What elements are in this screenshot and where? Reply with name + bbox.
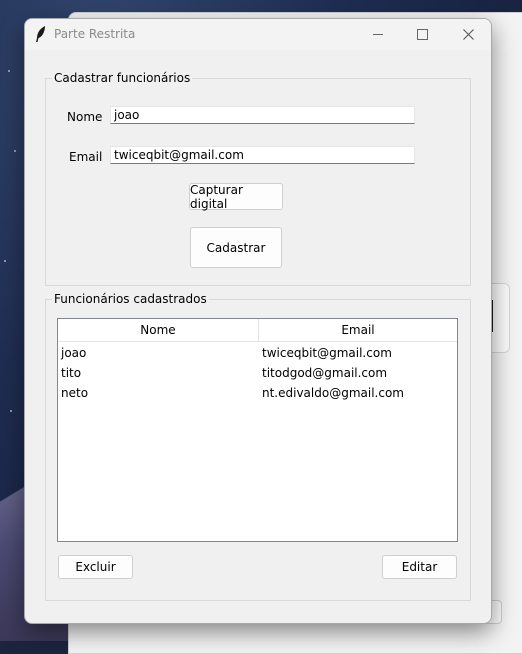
cell-email: nt.edivaldo@gmail.com [262, 386, 404, 400]
name-label: Nome [67, 110, 103, 124]
edit-button[interactable]: Editar [382, 555, 457, 579]
table-row[interactable]: tito titodgod@gmail.com [58, 363, 457, 383]
window-title: Parte Restrita [54, 27, 136, 41]
email-input[interactable] [110, 146, 415, 164]
email-label: Email [69, 150, 103, 164]
register-button[interactable]: Cadastrar [190, 227, 282, 268]
cell-email: titodgod@gmail.com [262, 366, 388, 380]
table-header: Nome Email [58, 319, 457, 342]
minimize-button[interactable] [355, 19, 401, 50]
cell-email: twiceqbit@gmail.com [262, 346, 392, 360]
star [14, 150, 16, 152]
minimize-icon [373, 34, 383, 35]
star [10, 410, 12, 412]
star [4, 260, 6, 262]
table-row[interactable]: joao twiceqbit@gmail.com [58, 343, 457, 363]
maximize-icon [416, 29, 428, 40]
feather-icon [36, 26, 45, 42]
column-header-email[interactable]: Email [259, 319, 457, 341]
title-bar[interactable]: Parte Restrita [25, 19, 491, 50]
cell-name: neto [61, 386, 89, 400]
cell-name: tito [61, 366, 82, 380]
close-button[interactable] [445, 19, 491, 50]
column-header-name[interactable]: Nome [58, 319, 259, 341]
main-window: Parte Restrita Cadastrar funcionários No… [24, 18, 492, 624]
star [8, 70, 10, 72]
close-icon [462, 29, 474, 40]
cell-name: joao [61, 346, 87, 360]
employees-table[interactable]: Nome Email joao twiceqbit@gmail.com tito… [57, 318, 458, 542]
maximize-button[interactable] [399, 19, 445, 50]
name-input[interactable] [110, 106, 415, 124]
delete-button[interactable]: Excluir [58, 555, 133, 579]
register-frame-title: Cadastrar funcionários [52, 71, 193, 85]
list-frame-title: Funcionários cadastrados [52, 292, 209, 306]
table-row[interactable]: neto nt.edivaldo@gmail.com [58, 383, 457, 403]
capture-fingerprint-button[interactable]: Capturar digital [189, 183, 283, 211]
